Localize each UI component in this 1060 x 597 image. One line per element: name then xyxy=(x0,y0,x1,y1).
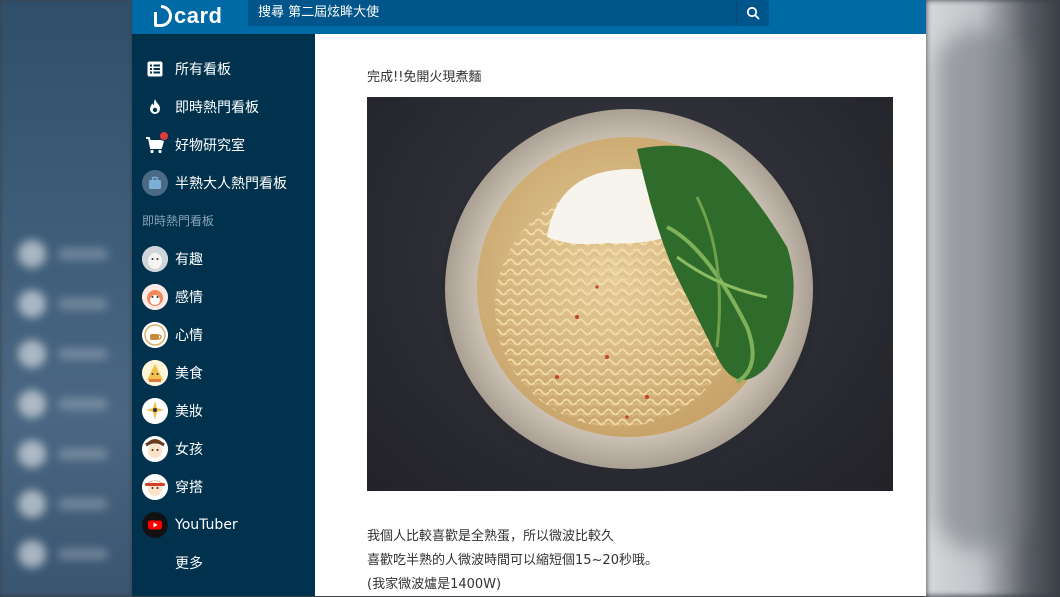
sidebar-board-mood[interactable]: 心情 xyxy=(142,318,312,352)
sidebar-board-makeup[interactable]: 美妝 xyxy=(142,394,312,428)
food-board-avatar-icon xyxy=(142,360,168,386)
relationship-board-avatar-icon xyxy=(142,284,168,310)
cart-icon xyxy=(142,131,169,158)
post-line: 我個人比較喜歡是全熟蛋，所以微波比較久 xyxy=(367,529,615,544)
search-input[interactable]: 搜尋 第二屆炫眸大使 xyxy=(248,0,736,26)
sidebar-item-half-adult[interactable]: 半熟大人熱門看板 xyxy=(142,166,312,200)
sidebar-item-label: 感情 xyxy=(175,290,203,306)
sidebar-item-label: 即時熱門看板 xyxy=(175,100,259,116)
sidebar-item-label: 更多 xyxy=(175,556,203,572)
mood-board-avatar-icon xyxy=(142,322,168,348)
sidebar-board-relationship[interactable]: 感情 xyxy=(142,280,312,314)
sidebar-board-youtuber[interactable]: YouTuber xyxy=(142,508,312,542)
search-button[interactable] xyxy=(736,0,769,26)
post-body: 我個人比較喜歡是全熟蛋，所以微波比較久 喜歡吃半熟的人微波時間可以縮短個15~2… xyxy=(367,525,658,597)
notification-badge xyxy=(159,131,169,141)
fire-icon xyxy=(142,94,168,120)
sidebar-board-girl[interactable]: 女孩 xyxy=(142,432,312,466)
sidebar-board-food[interactable]: 美食 xyxy=(142,356,312,390)
blurred-background-right xyxy=(926,0,1060,596)
sidebar-item-label: 美妝 xyxy=(175,404,203,420)
post-heading: 完成!!免開火現煮麵 xyxy=(367,70,482,85)
search-icon xyxy=(746,6,760,20)
dressup-board-avatar-icon xyxy=(142,474,168,500)
post-line: 喜歡吃半熟的人微波時間可以縮短個15~20秒哦。 xyxy=(367,553,658,568)
briefcase-avatar-icon xyxy=(142,170,168,196)
sidebar-item-goods-lab[interactable]: 好物研究室 xyxy=(142,128,312,162)
section-title-trending-boards: 即時熱門看板 xyxy=(142,214,215,228)
blurred-background-left xyxy=(0,0,132,596)
sidebar-item-label: 心情 xyxy=(175,328,203,344)
logo-text: card xyxy=(174,3,223,28)
sidebar-item-label: 穿搭 xyxy=(175,480,203,496)
post-content: 完成!!免開火現煮麵 我個人比較喜歡是全熟蛋，所以微波比較久 喜歡吃半熟的人微波… xyxy=(315,34,926,596)
post-photo-noodle-bowl[interactable] xyxy=(367,97,893,491)
post-line: (我家微波爐是1400W) xyxy=(367,577,502,592)
sidebar-item-label: 有趣 xyxy=(175,252,203,268)
sidebar-board-dressup[interactable]: 穿搭 xyxy=(142,470,312,504)
sidebar-item-label: 好物研究室 xyxy=(175,138,245,154)
dcard-logo-icon xyxy=(154,5,172,27)
sidebar: 所有看板 即時熱門看板 好物研究室 半熟大人熱門看板 即時熱門看板 有趣 感情 … xyxy=(132,34,315,596)
top-navbar: card 搜尋 第二屆炫眸大使 xyxy=(132,0,926,34)
makeup-board-avatar-icon xyxy=(142,398,168,424)
girl-board-avatar-icon xyxy=(142,436,168,462)
sidebar-item-label: 所有看板 xyxy=(175,62,231,78)
sidebar-item-trending[interactable]: 即時熱門看板 xyxy=(142,90,312,124)
sidebar-item-label: 女孩 xyxy=(175,442,203,458)
sidebar-more[interactable]: 更多 xyxy=(142,546,312,580)
youtube-icon xyxy=(142,512,168,538)
sidebar-board-funny[interactable]: 有趣 xyxy=(142,242,312,276)
sidebar-item-all-boards[interactable]: 所有看板 xyxy=(142,52,312,86)
funny-board-avatar-icon xyxy=(142,246,168,272)
dcard-logo[interactable]: card xyxy=(154,2,222,30)
sidebar-item-label: 美食 xyxy=(175,366,203,382)
sidebar-item-label: YouTuber xyxy=(175,517,238,533)
sidebar-item-label: 半熟大人熱門看板 xyxy=(175,176,287,192)
list-icon xyxy=(142,56,168,82)
